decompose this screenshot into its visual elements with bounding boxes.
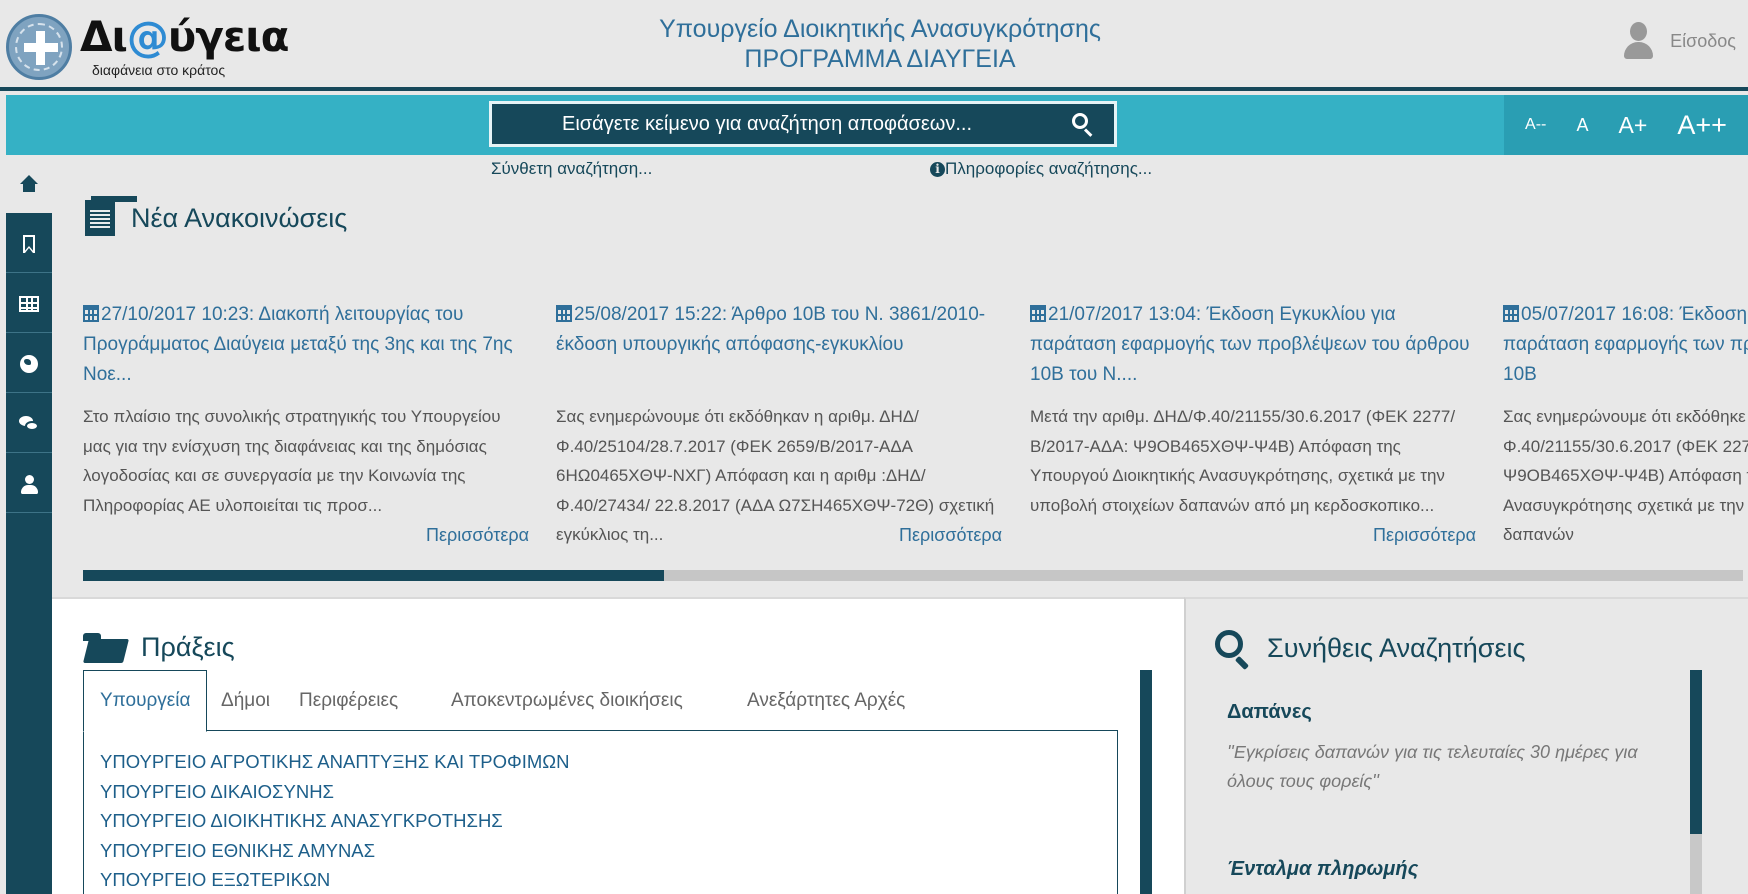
acts-tabs: Υπουργεία Δήμοι Περιφέρειες Αποκεντρωμέν… — [83, 670, 1118, 732]
list-item[interactable]: ΥΠΟΥΡΓΕΙΟ ΕΘΝΙΚΗΣ ΑΜΥΝΑΣ — [100, 836, 569, 866]
info-icon: i — [930, 162, 945, 177]
scrollbar-thumb[interactable] — [1690, 670, 1702, 834]
announcements-carousel-progress — [83, 570, 1743, 581]
font-size-normal-button[interactable]: A — [1576, 115, 1588, 136]
read-more-link[interactable]: Περισσότερα — [1364, 520, 1476, 550]
common-search-description: ''Εγκρίσεις δαπανών για τις τελευταίες 3… — [1227, 742, 1638, 791]
globe-icon — [20, 354, 38, 373]
common-search-link[interactable]: Δαπάνες — [1227, 701, 1657, 724]
announcement-title-link[interactable]: 21/07/2017 13:04: Έκδοση Εγκυκλίου για π… — [1030, 300, 1476, 390]
login-label: Είσοδος — [1670, 30, 1736, 51]
carousel-progress-fill — [83, 570, 664, 581]
common-search-item: Δαπάνες ''Εγκρίσεις δαπανών για τις τελε… — [1227, 701, 1657, 796]
announcement-title-link[interactable]: 27/10/2017 10:23: Διακοπή λειτουργίας το… — [83, 300, 529, 390]
advanced-search-link[interactable]: Σύνθετη αναζήτηση... — [491, 159, 652, 179]
font-size-larger-button[interactable]: A+ — [1619, 112, 1648, 139]
font-size-controls: A-- A A+ A++ — [1504, 95, 1748, 155]
announcement-body: Στο πλαίσιο της συνολικής στρατηγικής το… — [83, 402, 529, 550]
tab-ministries[interactable]: Υπουργεία — [83, 670, 208, 732]
ministry-name: Υπουργείο Διοικητικής Ανασυγκρότησης — [659, 15, 1101, 43]
announcements-title: Νέα Ανακοινώσεις — [131, 202, 348, 233]
search-placeholder: Εισάγετε κείμενο για αναζήτηση αποφάσεων… — [562, 112, 973, 135]
calendar-icon — [1503, 305, 1519, 322]
list-item[interactable]: ΥΠΟΥΡΓΕΙΟ ΕΞΩΤΕΡΙΚΩΝ — [100, 865, 569, 894]
search-info-label: Πληροφορίες αναζήτησης... — [945, 159, 1153, 178]
common-searches-scrollbar[interactable] — [1690, 670, 1702, 894]
list-item[interactable]: ΥΠΟΥΡΓΕΙΟ ΑΓΡΟΤΙΚΗΣ ΑΝΑΠΤΥΞΗΣ ΚΑΙ ΤΡΟΦΙΜ… — [100, 747, 569, 777]
acts-scrollbar[interactable] — [1140, 670, 1152, 894]
announcement-body: Σας ενημερώνουμε ότι εκδόθηκαν η αριθμ. … — [556, 402, 1002, 550]
sidebar-item-globe[interactable] — [6, 335, 52, 393]
sidebar-item-comments[interactable] — [6, 395, 52, 453]
tab-independent-authorities[interactable]: Ανεξάρτητες Αρχές — [731, 670, 921, 732]
table-icon — [19, 295, 39, 312]
announcement-body: Μετά την αριθμ. ΔΗΔ/Φ.40/21155/30.6.2017… — [1030, 402, 1476, 550]
read-more-link[interactable]: Περισσότερα — [890, 520, 1002, 550]
scrollbar-thumb[interactable] — [1140, 670, 1152, 894]
search-icon — [1215, 630, 1251, 671]
announcement-card: 25/08/2017 15:22: Άρθρο 10Β του Ν. 3861/… — [556, 300, 1002, 552]
ministries-list: ΥΠΟΥΡΓΕΙΟ ΑΓΡΟΤΙΚΗΣ ΑΝΑΠΤΥΞΗΣ ΚΑΙ ΤΡΟΦΙΜ… — [100, 747, 569, 894]
announcement-title-link[interactable]: 05/07/2017 16:08: Έκδοση Απόφασης για πα… — [1503, 300, 1748, 390]
ministries-tab-panel: ΥΠΟΥΡΓΕΙΟ ΑΓΡΟΤΙΚΗΣ ΑΝΑΠΤΥΞΗΣ ΚΑΙ ΤΡΟΦΙΜ… — [83, 730, 1118, 894]
bookmark-icon — [19, 234, 39, 254]
font-size-largest-button[interactable]: A++ — [1677, 110, 1727, 141]
acts-title: Πράξεις — [141, 632, 235, 662]
comments-icon — [19, 414, 39, 434]
sidebar-item-bookmarks[interactable] — [6, 215, 52, 273]
search-input[interactable]: Εισάγετε κείμενο για αναζήτηση αποφάσεων… — [489, 101, 1117, 147]
common-search-link[interactable]: Ένταλμα πληρωμής — [1227, 858, 1657, 881]
list-item[interactable]: ΥΠΟΥΡΓΕΙΟ ΔΙΟΙΚΗΤΙΚΗΣ ΑΝΑΣΥΓΚΡΟΤΗΣΗΣ — [100, 806, 569, 836]
logo-title: Δι@ύγεια — [80, 12, 289, 61]
list-item[interactable]: ΥΠΟΥΡΓΕΙΟ ΔΙΚΑΙΟΣΥΝΗΣ — [100, 777, 569, 807]
document-list-icon — [85, 196, 137, 236]
sidebar-item-table[interactable] — [6, 275, 52, 333]
search-icon[interactable] — [1072, 113, 1094, 137]
user-avatar-icon — [1622, 22, 1654, 60]
common-search-item: Ένταλμα πληρωμής — [1227, 858, 1657, 881]
calendar-icon — [556, 305, 572, 322]
greek-state-seal-icon — [6, 14, 72, 80]
announcement-card: 21/07/2017 13:04: Έκδοση Εγκυκλίου για π… — [1030, 300, 1476, 552]
program-name: ΠΡΟΓΡΑΜΜΑ ΔΙΑΥΓΕΙΑ — [744, 45, 1016, 73]
user-icon — [19, 474, 39, 494]
common-searches-title: Συνήθεις Αναζητήσεις — [1267, 632, 1526, 663]
tab-municipalities[interactable]: Δήμοι — [205, 670, 286, 732]
announcement-title-link[interactable]: 25/08/2017 15:22: Άρθρο 10Β του Ν. 3861/… — [556, 300, 1002, 390]
calendar-icon — [1030, 305, 1046, 322]
folder-open-icon — [83, 632, 129, 663]
read-more-link[interactable]: Περισσότερα — [417, 520, 529, 550]
ministry-heading: Υπουργείο Διοικητικής Ανασυγκρότησης ΠΡΟ… — [600, 14, 1160, 74]
site-header: Δι@ύγεια διαφάνεια στο κράτος Υπουργείο … — [0, 0, 1748, 91]
announcements-heading: Νέα Ανακοινώσεις — [85, 196, 348, 236]
calendar-icon — [83, 305, 99, 322]
search-bar: Εισάγετε κείμενο για αναζήτηση αποφάσεων… — [6, 95, 1748, 155]
sidebar-item-user[interactable] — [6, 455, 52, 513]
announcement-card: 27/10/2017 10:23: Διακοπή λειτουργίας το… — [83, 300, 529, 552]
tab-decentralized-administrations[interactable]: Αποκεντρωμένες διοικήσεις — [435, 670, 699, 732]
home-icon — [19, 174, 39, 194]
login-link[interactable]: Είσοδος — [1622, 22, 1736, 60]
sidebar-item-home[interactable] — [6, 155, 62, 213]
diavgeia-logo[interactable]: Δι@ύγεια διαφάνεια στο κράτος — [6, 12, 289, 82]
font-size-smaller-button[interactable]: A-- — [1525, 116, 1546, 134]
common-searches-heading: Συνήθεις Αναζητήσεις — [1215, 630, 1526, 671]
tab-regions[interactable]: Περιφέρειες — [283, 670, 414, 732]
search-info-link[interactable]: i Πληροφορίες αναζήτησης... — [930, 159, 1152, 179]
side-navigation — [6, 155, 62, 894]
logo-subtitle: διαφάνεια στο κράτος — [92, 62, 226, 78]
announcement-body: Σας ενημερώνουμε ότι εκδόθηκε η αριθμ. Δ… — [1503, 407, 1748, 544]
announcement-card: 05/07/2017 16:08: Έκδοση Απόφασης για πα… — [1503, 300, 1748, 552]
acts-heading: Πράξεις — [83, 632, 235, 663]
